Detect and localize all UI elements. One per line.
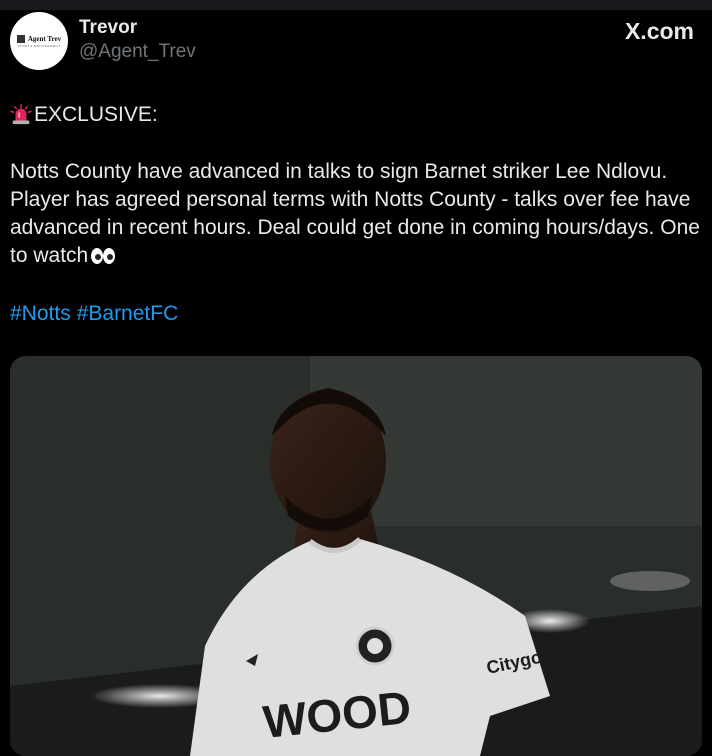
tweet-media-image[interactable]: WOOD Citygo [10, 356, 702, 756]
user-handle[interactable]: @Agent_Trev [79, 41, 196, 63]
avatar-logo: Agent Trev [16, 34, 62, 43]
footballer-photo: WOOD Citygo [10, 356, 702, 756]
display-name[interactable]: Trevor [79, 17, 137, 39]
tweet-body: Notts County have advanced in talks to s… [10, 158, 700, 270]
eyes-emoji-icon [91, 248, 116, 265]
headline-text: EXCLUSIVE: [34, 103, 158, 126]
logo-mark-icon [16, 34, 25, 43]
avatar[interactable]: Agent Trev SPORTS MANAGEMENT [10, 12, 68, 70]
avatar-logo-text: Agent Trev [27, 34, 62, 43]
police-siren-icon [10, 104, 32, 125]
hashtag-barnetfc[interactable]: #BarnetFC [77, 302, 179, 325]
top-strip [0, 0, 712, 10]
hashtags: #Notts #BarnetFC [10, 300, 698, 328]
avatar-logo-subtext: SPORTS MANAGEMENT [17, 43, 61, 48]
hashtag-notts[interactable]: #Notts [10, 302, 71, 325]
tweet-headline: EXCLUSIVE: [10, 101, 698, 129]
x-brand-label: X.com [624, 18, 694, 44]
